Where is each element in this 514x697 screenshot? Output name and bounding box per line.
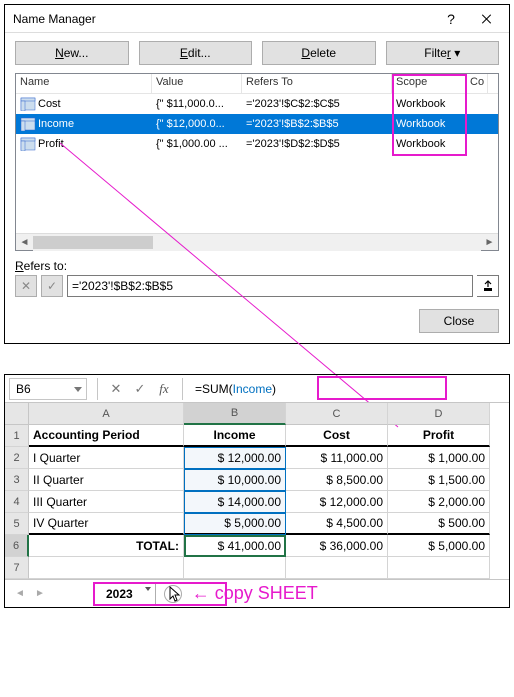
cell-D5[interactable]: $ 500.00 <box>388 513 490 535</box>
row-header-5[interactable]: 5 <box>5 513 29 535</box>
refers-to-label: Refers to: <box>15 259 499 273</box>
cell-A3[interactable]: II Quarter <box>29 469 184 491</box>
sheet-tabs: ◄ ► 2023 + ← copy SHEET <box>5 579 509 607</box>
cell-A5[interactable]: IV Quarter <box>29 513 184 535</box>
row-header-2[interactable]: 2 <box>5 447 29 469</box>
filter-button[interactable]: Filter ▾ <box>386 41 500 65</box>
row-header-4[interactable]: 4 <box>5 491 29 513</box>
cancel-edit-button[interactable]: ✕ <box>15 275 37 297</box>
select-all-corner[interactable] <box>5 403 29 425</box>
name-box[interactable]: B6 <box>9 378 87 400</box>
scroll-right-icon[interactable]: ► <box>481 234 498 251</box>
col-header-scope[interactable]: Scope <box>392 74 466 93</box>
cell-B5[interactable]: $ 5,000.00 <box>184 513 286 535</box>
tab-scroll-left-icon[interactable]: ◄ <box>11 585 29 603</box>
cell-B1[interactable]: Income <box>184 425 286 447</box>
row-header-6[interactable]: 6 <box>5 535 29 557</box>
cell-D6[interactable]: $ 5,000.00 <box>388 535 490 557</box>
titlebar: Name Manager ? <box>5 5 509 33</box>
col-header-value[interactable]: Value <box>152 74 242 93</box>
cell-C7[interactable] <box>286 557 388 579</box>
refers-to-input[interactable]: ='2023'!$B$2:$B$5 <box>67 275 473 297</box>
col-header-D[interactable]: D <box>388 403 490 425</box>
cell-A7[interactable] <box>29 557 184 579</box>
spreadsheet: B6 ✕ ✓ fx =SUM(Income) A B C D 1 2 3 4 5… <box>4 374 510 608</box>
cell-D2[interactable]: $ 1,000.00 <box>388 447 490 469</box>
col-header-B[interactable]: B <box>184 403 286 425</box>
list-row-cost[interactable]: Cost {" $11,000.0... ='2023'!$C$2:$C$5 W… <box>16 94 498 114</box>
insert-function-icon[interactable]: fx <box>152 378 176 400</box>
copy-sheet-hint: ← copy SHEET <box>192 583 318 604</box>
col-header-name[interactable]: Name <box>16 74 152 93</box>
row-header-3[interactable]: 3 <box>5 469 29 491</box>
dialog-title: Name Manager <box>13 12 96 26</box>
cell-B3[interactable]: $ 10,000.00 <box>184 469 286 491</box>
list-row-profit[interactable]: Profit {" $1,000.00 ... ='2023'!$D$2:$D$… <box>16 134 498 154</box>
scroll-left-icon[interactable]: ◄ <box>16 234 33 251</box>
scroll-thumb[interactable] <box>33 236 153 249</box>
col-header-refers[interactable]: Refers To <box>242 74 392 93</box>
name-manager-dialog: Name Manager ? New... Edit... Delete Fil… <box>4 4 510 344</box>
formula-input[interactable]: =SUM(Income) <box>189 382 509 396</box>
sheet-tab-2023[interactable]: 2023 <box>93 583 156 604</box>
names-list[interactable]: Name Value Refers To Scope Co Cost {" $1… <box>15 73 499 251</box>
row-header-1[interactable]: 1 <box>5 425 29 447</box>
new-button[interactable]: New... <box>15 41 129 65</box>
accept-edit-button[interactable]: ✓ <box>41 275 63 297</box>
cell-C1[interactable]: Cost <box>286 425 388 447</box>
col-header-C[interactable]: C <box>286 403 388 425</box>
horizontal-scrollbar[interactable]: ◄ ► <box>16 233 498 250</box>
table-icon <box>20 137 36 151</box>
cell-A2[interactable]: I Quarter <box>29 447 184 469</box>
cell-D1[interactable]: Profit <box>388 425 490 447</box>
cell-B7[interactable] <box>184 557 286 579</box>
cell-B4[interactable]: $ 14,000.00 <box>184 491 286 513</box>
list-header: Name Value Refers To Scope Co <box>16 74 498 94</box>
cell-C2[interactable]: $ 11,000.00 <box>286 447 388 469</box>
table-icon <box>20 97 36 111</box>
formula-bar: B6 ✕ ✓ fx =SUM(Income) <box>5 375 509 403</box>
collapse-dialog-icon[interactable] <box>477 275 499 297</box>
cell-C6[interactable]: $ 36,000.00 <box>286 535 388 557</box>
accept-formula-icon[interactable]: ✓ <box>128 378 152 400</box>
edit-button[interactable]: Edit... <box>139 41 253 65</box>
cell-D4[interactable]: $ 2,000.00 <box>388 491 490 513</box>
delete-button[interactable]: Delete <box>262 41 376 65</box>
cell-A4[interactable]: III Quarter <box>29 491 184 513</box>
add-sheet-button[interactable]: + <box>164 585 182 603</box>
cancel-formula-icon[interactable]: ✕ <box>104 378 128 400</box>
row-header-7[interactable]: 7 <box>5 557 29 579</box>
window-help-button[interactable]: ? <box>433 7 469 31</box>
cell-A1[interactable]: Accounting Period <box>29 425 184 447</box>
cell-C5[interactable]: $ 4,500.00 <box>286 513 388 535</box>
col-header-A[interactable]: A <box>29 403 184 425</box>
cell-D7[interactable] <box>388 557 490 579</box>
list-row-income[interactable]: Income {" $12,000.0... ='2023'!$B$2:$B$5… <box>16 114 498 134</box>
table-icon <box>20 117 36 131</box>
col-header-comment[interactable]: Co <box>466 74 488 93</box>
close-button[interactable]: Close <box>419 309 499 333</box>
cell-B2[interactable]: $ 12,000.00 <box>184 447 286 469</box>
cell-C3[interactable]: $ 8,500.00 <box>286 469 388 491</box>
cell-D3[interactable]: $ 1,500.00 <box>388 469 490 491</box>
cell-B6[interactable]: $ 41,000.00 <box>184 535 286 557</box>
window-close-button[interactable] <box>469 7 505 31</box>
tab-scroll-right-icon[interactable]: ► <box>31 585 49 603</box>
cell-C4[interactable]: $ 12,000.00 <box>286 491 388 513</box>
cell-A6[interactable]: TOTAL: <box>29 535 184 557</box>
